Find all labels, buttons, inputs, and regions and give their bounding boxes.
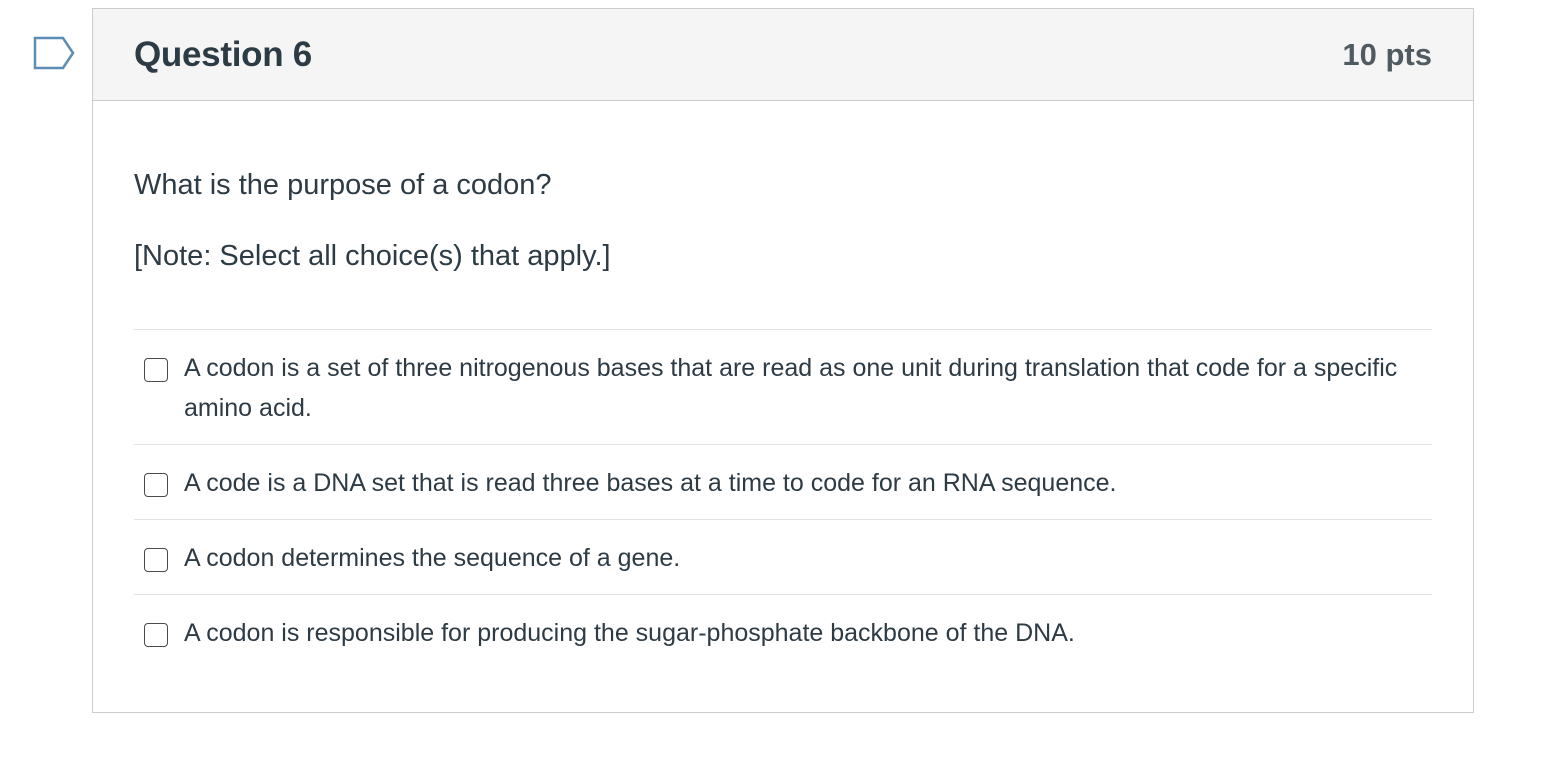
question-note: [Note: Select all choice(s) that apply.]: [134, 240, 611, 272]
answer-label: A codon determines the sequence of a gen…: [184, 544, 681, 572]
question-points: 10 pts: [1342, 36, 1432, 72]
flag-question-icon[interactable]: [33, 36, 75, 70]
answer-option[interactable]: A codon is responsible for producing the…: [134, 595, 1432, 669]
question-card: Question 6 10 pts What is the purpose of…: [92, 8, 1474, 713]
answer-label: A codon is responsible for producing the…: [184, 619, 1075, 647]
answer-checkbox[interactable]: [144, 623, 168, 647]
answer-checkbox[interactable]: [144, 548, 168, 572]
answer-checkbox[interactable]: [144, 473, 168, 497]
question-title: Question 6: [134, 34, 312, 74]
answer-option[interactable]: A codon determines the sequence of a gen…: [134, 520, 1432, 595]
question-header: Question 6 10 pts: [93, 9, 1473, 101]
answer-option[interactable]: A codon is a set of three nitrogenous ba…: [134, 330, 1432, 445]
answer-option[interactable]: A code is a DNA set that is read three b…: [134, 445, 1432, 520]
answer-list: A codon is a set of three nitrogenous ba…: [134, 329, 1432, 669]
question-body: What is the purpose of a codon? [Note: S…: [93, 101, 1473, 669]
question-text: What is the purpose of a codon?: [134, 169, 552, 201]
answer-label: A code is a DNA set that is read three b…: [184, 469, 1117, 497]
answer-label: A codon is a set of three nitrogenous ba…: [184, 354, 1398, 422]
answer-checkbox[interactable]: [144, 358, 168, 382]
